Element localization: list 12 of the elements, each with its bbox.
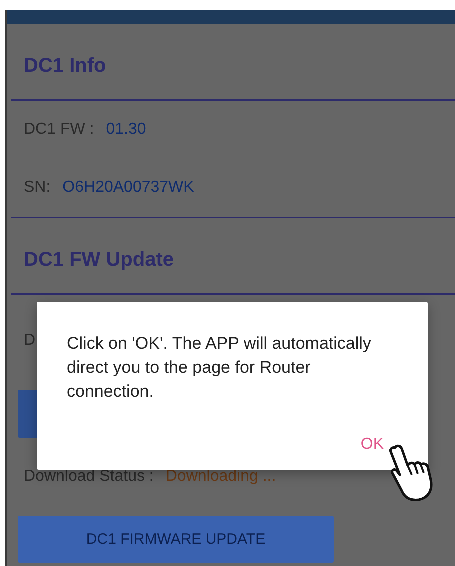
field-label: D <box>24 332 36 350</box>
status-value: Downloading ... <box>166 468 276 486</box>
field-value: 01.30 <box>106 120 146 138</box>
status-label: Download Status : <box>24 468 154 486</box>
field-label: DC1 FW : <box>24 120 94 138</box>
firmware-update-button[interactable]: DC1 FIRMWARE UPDATE <box>18 516 334 562</box>
section-title: DC1 Info <box>24 55 106 78</box>
field-label: SN: <box>24 178 51 196</box>
ok-button[interactable]: OK <box>358 434 386 456</box>
field-value: O6H20A00737WK <box>62 178 194 196</box>
dialog-message: Click on 'OK'. The APP will automatically direct you to the page for Router connection. <box>67 333 372 403</box>
section-title: DC1 FW Update <box>24 249 174 272</box>
